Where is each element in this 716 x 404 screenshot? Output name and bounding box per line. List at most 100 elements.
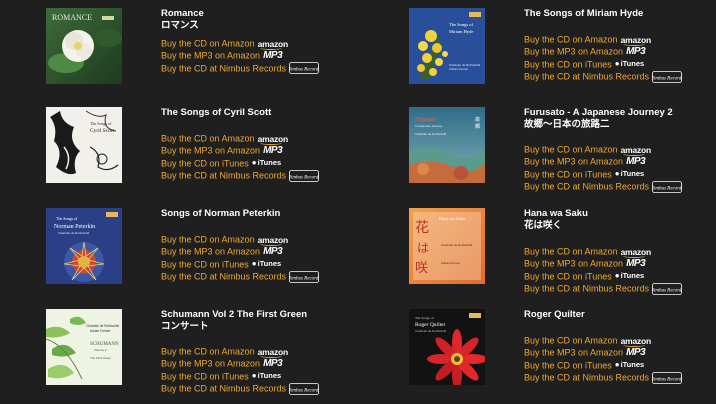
- amazon-logo-icon: amazon: [620, 335, 652, 347]
- purchase-links: Buy the CD on Amazon amazon Buy the MP3 o…: [524, 245, 716, 295]
- buy-cd-amazon-link[interactable]: Buy the CD on Amazon amazon: [161, 233, 391, 246]
- buy-mp3-amazon-link[interactable]: Buy the MP3 on Amazon MP3: [161, 357, 391, 369]
- cover-label: SCHUMANN: [90, 342, 119, 347]
- amazon-mp3-logo-icon: MP3: [263, 246, 283, 258]
- apple-itunes-icon: ●iTunes: [614, 169, 645, 179]
- purchase-links: Buy the CD on Amazon amazon Buy the MP3 o…: [161, 233, 391, 283]
- amazon-logo-icon: amazon: [257, 346, 289, 358]
- apple-itunes-icon: ●iTunes: [251, 158, 282, 168]
- cover-label: Furusato: [415, 117, 436, 123]
- buy-mp3-amazon-link[interactable]: Buy the MP3 on Amazon MP3: [524, 257, 716, 269]
- buy-cd-nimbus-link[interactable]: Buy the CD at Nimbus Records Nimbus Recor…: [524, 70, 716, 83]
- apple-itunes-icon: ●iTunes: [251, 259, 282, 269]
- buy-mp3-amazon-link[interactable]: Buy the MP3 on Amazon MP3: [524, 45, 716, 57]
- buy-cd-amazon-link[interactable]: Buy the CD on Amazon amazon: [161, 37, 391, 50]
- album-cover-hana-wa-saku[interactable]: 花 は 咲 Hana wa Saku Charlotte de Rothschi…: [409, 208, 485, 284]
- buy-cd-itunes-link[interactable]: Buy the CD on iTunes ●iTunes: [524, 270, 716, 282]
- album-info: Hana wa Saku 花は咲く Buy the CD on Amazon am…: [524, 208, 716, 295]
- svg-text:The First Green: The First Green: [90, 356, 111, 360]
- buy-cd-amazon-link[interactable]: Buy the CD on Amazon amazon: [161, 345, 391, 358]
- buy-cd-amazon-link[interactable]: Buy the CD on Amazon amazon: [524, 245, 716, 258]
- purchase-links: Buy the CD on Amazon amazon Buy the MP3 o…: [161, 37, 391, 75]
- amazon-logo-icon: amazon: [620, 144, 652, 156]
- album-cover-roger-quilter[interactable]: The Songs of Roger Quilter Charlotte de …: [409, 309, 485, 385]
- album-cover-art: Charlotte de Rothschild Adrian Farmer SC…: [46, 309, 122, 385]
- svg-text:花: 花: [415, 220, 429, 236]
- album-info: Romance ロマンス Buy the CD on Amazon amazon …: [161, 8, 391, 75]
- buy-cd-nimbus-link[interactable]: Buy the CD at Nimbus Records Nimbus Recor…: [161, 169, 391, 182]
- nimbus-records-logo-icon: Nimbus Records: [652, 180, 682, 193]
- album-info: Songs of Norman Peterkin Buy the CD on A…: [161, 208, 391, 283]
- svg-text:Nimbus Records: Nimbus Records: [289, 276, 319, 281]
- svg-text:Cyril Scott: Cyril Scott: [90, 128, 114, 134]
- nimbus-records-logo-icon: Nimbus Records: [289, 62, 319, 75]
- buy-cd-amazon-link[interactable]: Buy the CD on Amazon amazon: [524, 334, 716, 347]
- nimbus-records-logo-icon: Nimbus Records: [289, 382, 319, 395]
- album-cover-art: The Songs of Norman Peterkin Charlotte d…: [46, 208, 122, 284]
- amazon-logo-icon: amazon: [620, 34, 652, 46]
- album-item: Furusato A Japanese Journey Charlotte de…: [409, 107, 716, 197]
- buy-mp3-amazon-link[interactable]: Buy the MP3 on Amazon MP3: [161, 49, 391, 61]
- album-item: The Songs of Miriam Hyde Charlotte de Ro…: [409, 8, 716, 98]
- svg-text:Adrian Farmer: Adrian Farmer: [90, 329, 111, 333]
- nimbus-records-logo-icon: Nimbus Records: [652, 282, 682, 295]
- amazon-mp3-logo-icon: MP3: [626, 258, 646, 270]
- buy-cd-amazon-link[interactable]: Buy the CD on Amazon amazon: [161, 132, 391, 145]
- album-cover-cyril-scott[interactable]: The Songs of Cyril Scott: [46, 107, 122, 183]
- buy-cd-nimbus-link[interactable]: Buy the CD at Nimbus Records Nimbus Recor…: [524, 180, 716, 193]
- svg-text:は: は: [417, 241, 429, 255]
- album-cover-romance[interactable]: ROMANCE: [46, 8, 122, 84]
- apple-itunes-icon: ●iTunes: [614, 271, 645, 281]
- buy-cd-itunes-link[interactable]: Buy the CD on iTunes ●iTunes: [524, 168, 716, 180]
- amazon-logo-icon: amazon: [620, 246, 652, 258]
- album-info: Roger Quilter Buy the CD on Amazon amazon…: [524, 309, 716, 384]
- buy-cd-nimbus-link[interactable]: Buy the CD at Nimbus Records Nimbus Recor…: [524, 282, 716, 295]
- cover-label: Hana wa Saku: [439, 216, 466, 221]
- buy-cd-itunes-link[interactable]: Buy the CD on iTunes ●iTunes: [161, 370, 391, 382]
- buy-cd-nimbus-link[interactable]: Buy the CD at Nimbus Records Nimbus Recor…: [161, 62, 391, 75]
- buy-cd-nimbus-link[interactable]: Buy the CD at Nimbus Records Nimbus Recor…: [161, 382, 391, 395]
- purchase-links: Buy the CD on Amazon amazon Buy the MP3 o…: [524, 33, 716, 83]
- nimbus-records-logo-icon: Nimbus Records: [652, 371, 682, 384]
- album-cover-norman-peterkin[interactable]: The Songs of Norman Peterkin Charlotte d…: [46, 208, 122, 284]
- album-cover-furusato[interactable]: Furusato A Japanese Journey Charlotte de…: [409, 107, 485, 183]
- album-item: 花 は 咲 Hana wa Saku Charlotte de Rothschi…: [409, 208, 716, 298]
- svg-text:Charlotte de Rothschild: Charlotte de Rothschild: [415, 132, 447, 136]
- svg-text:咲: 咲: [415, 260, 428, 276]
- purchase-links: Buy the CD on Amazon amazon Buy the MP3 o…: [161, 132, 391, 182]
- amazon-logo-icon: amazon: [257, 38, 289, 50]
- buy-mp3-amazon-link[interactable]: Buy the MP3 on Amazon MP3: [161, 144, 391, 156]
- album-title: The Songs of Miriam Hyde: [524, 8, 644, 19]
- album-grid: ROMANCE Romance ロマンス Buy the CD on Amazo…: [0, 0, 716, 404]
- buy-mp3-amazon-link[interactable]: Buy the MP3 on Amazon MP3: [524, 346, 716, 358]
- album-subtitle: 花は咲く: [524, 220, 563, 231]
- svg-text:故: 故: [475, 116, 480, 123]
- album-cover-miriam-hyde[interactable]: The Songs of Miriam Hyde Charlotte de Ro…: [409, 8, 485, 84]
- buy-cd-itunes-link[interactable]: Buy the CD on iTunes ●iTunes: [524, 58, 716, 70]
- buy-cd-nimbus-link[interactable]: Buy the CD at Nimbus Records Nimbus Recor…: [161, 270, 391, 283]
- buy-cd-itunes-link[interactable]: Buy the CD on iTunes ●iTunes: [161, 157, 391, 169]
- buy-mp3-amazon-link[interactable]: Buy the MP3 on Amazon MP3: [524, 155, 716, 167]
- apple-itunes-icon: ●iTunes: [614, 59, 645, 69]
- album-cover-art: The Songs of Miriam Hyde Charlotte de Ro…: [409, 8, 485, 84]
- svg-text:Nimbus Records: Nimbus Records: [652, 377, 682, 382]
- buy-cd-itunes-link[interactable]: Buy the CD on iTunes ●iTunes: [161, 258, 391, 270]
- svg-text:Nimbus Records: Nimbus Records: [652, 76, 682, 81]
- buy-mp3-amazon-link[interactable]: Buy the MP3 on Amazon MP3: [161, 245, 391, 257]
- svg-text:Adrian Farmer: Adrian Farmer: [441, 261, 460, 265]
- amazon-mp3-logo-icon: MP3: [263, 145, 283, 157]
- album-title: Songs of Norman Peterkin: [161, 208, 281, 219]
- purchase-links: Buy the CD on Amazon amazon Buy the MP3 o…: [524, 334, 716, 384]
- apple-itunes-icon: ●iTunes: [614, 360, 645, 370]
- buy-cd-nimbus-link[interactable]: Buy the CD at Nimbus Records Nimbus Recor…: [524, 371, 716, 384]
- buy-cd-amazon-link[interactable]: Buy the CD on Amazon amazon: [524, 143, 716, 156]
- svg-text:Nimbus Records: Nimbus Records: [289, 68, 319, 73]
- album-title: Furusato - A Japanese Journey 2: [524, 107, 673, 118]
- album-cover-art: 花 は 咲 Hana wa Saku Charlotte de Rothschi…: [409, 208, 485, 284]
- buy-cd-itunes-link[interactable]: Buy the CD on iTunes ●iTunes: [524, 359, 716, 371]
- svg-text:The Songs of: The Songs of: [415, 316, 435, 320]
- svg-text:Miriam Hyde: Miriam Hyde: [449, 29, 473, 34]
- buy-cd-amazon-link[interactable]: Buy the CD on Amazon amazon: [524, 33, 716, 46]
- album-title: Roger Quilter: [524, 309, 585, 320]
- album-cover-schumann-vol-2[interactable]: Charlotte de Rothschild Adrian Farmer SC…: [46, 309, 122, 385]
